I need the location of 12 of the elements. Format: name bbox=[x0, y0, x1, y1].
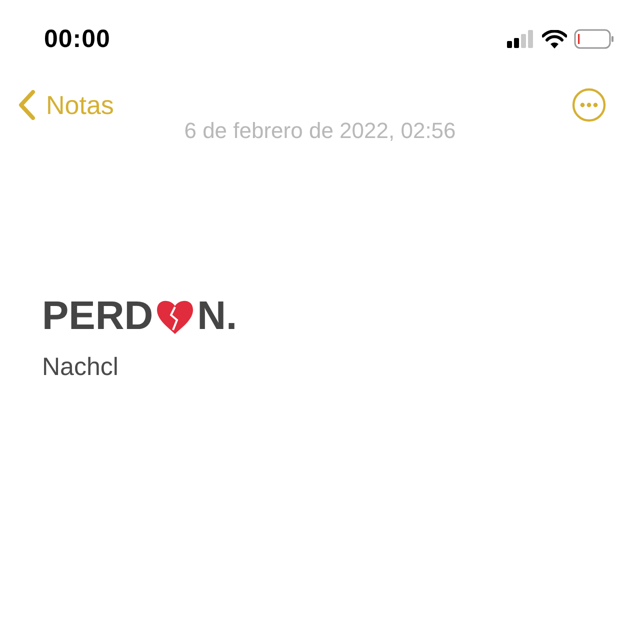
signal-icon bbox=[507, 30, 535, 48]
note-body: Nachcl bbox=[42, 353, 118, 382]
wifi-icon bbox=[542, 30, 567, 48]
battery-icon bbox=[574, 29, 614, 49]
note-title: PERD bbox=[42, 294, 154, 339]
more-icon bbox=[572, 88, 606, 122]
note-date: 6 de febrero de 2022, 02:56 bbox=[183, 118, 457, 144]
chevron-left-icon bbox=[18, 90, 36, 120]
back-button[interactable]: Notas bbox=[18, 90, 114, 120]
status-time: 00:00 bbox=[44, 24, 110, 54]
more-button[interactable] bbox=[572, 88, 606, 122]
note-title: N. bbox=[197, 294, 238, 339]
